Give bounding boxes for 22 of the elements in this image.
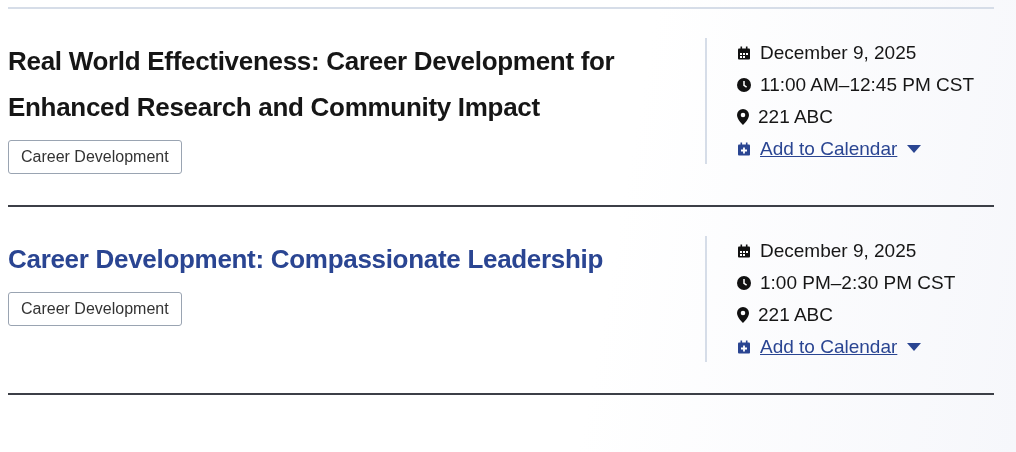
clock-icon — [737, 276, 751, 290]
clock-icon — [737, 78, 751, 92]
event-location: 221 ABC — [758, 304, 833, 326]
caret-icon[interactable] — [907, 145, 922, 153]
event-time: 1:00 PM–2:30 PM CST — [760, 272, 956, 294]
location-pin-icon — [737, 109, 749, 125]
category-tag[interactable]: Career Development — [8, 292, 182, 326]
event-date: December 9, 2025 — [760, 42, 917, 64]
event-location: 221 ABC — [758, 106, 833, 128]
add-to-calendar-link[interactable]: Add to Calendar — [760, 336, 898, 358]
event-title: Real World Effectiveness: Career Development for Enhanced Research and Community Impact — [8, 45, 616, 124]
event-title[interactable]: Career Development: Compassionate Leadership — [8, 236, 658, 282]
calendar-icon — [737, 244, 751, 258]
calendar-add-icon — [737, 142, 751, 156]
event-time: 11:00 AM–12:45 PM CST — [760, 74, 975, 96]
caret-icon[interactable] — [907, 343, 922, 351]
calendar-add-icon — [737, 340, 751, 354]
location-pin-icon — [737, 307, 749, 323]
event-date: December 9, 2025 — [760, 240, 917, 262]
add-to-calendar-link[interactable]: Add to Calendar — [760, 138, 898, 160]
category-tag[interactable]: Career Development — [8, 140, 182, 174]
calendar-icon — [737, 46, 751, 60]
